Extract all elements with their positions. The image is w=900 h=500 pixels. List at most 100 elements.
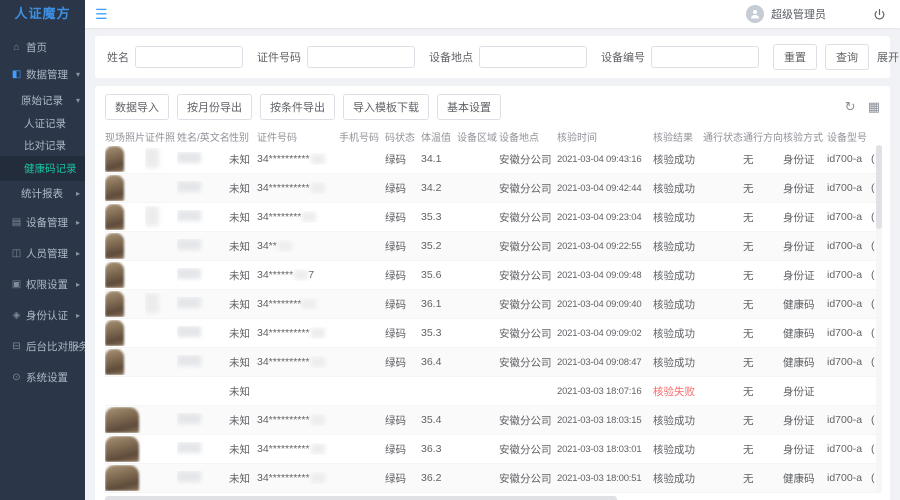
cell-location: 安徽分公司 <box>499 442 557 457</box>
cell-location: 安徽分公司 <box>499 471 557 486</box>
table-row[interactable]: 未知34**********绿码34.2安徽分公司2021-03-04 09:4… <box>105 174 880 203</box>
data-import-button[interactable]: 数据导入 <box>105 94 169 120</box>
hamburger-icon[interactable]: ☰ <box>95 6 108 23</box>
horizontal-scrollbar <box>105 496 880 500</box>
table-row[interactable]: 未知34********绿码36.1安徽分公司2021-03-04 09:09:… <box>105 290 880 319</box>
table-row[interactable]: 未知34**绿码35.2安徽分公司2021-03-04 09:22:55核验成功… <box>105 232 880 261</box>
table-row[interactable]: 未知34******7绿码35.6安徽分公司2021-03-04 09:09:4… <box>105 261 880 290</box>
id-number-input[interactable] <box>307 46 415 68</box>
filter-label-id-number: 证件号码 <box>257 49 301 65</box>
table-row[interactable]: 未知34**********绿码35.3安徽分公司2021-03-04 09:0… <box>105 319 880 348</box>
sidebar-item-label: 首页 <box>26 40 47 55</box>
cell-temp: 36.3 <box>421 443 457 455</box>
name-input[interactable] <box>135 46 243 68</box>
sidebar-item-设备管理[interactable]: ▤设备管理▸ <box>0 209 85 236</box>
export-by-condition-button[interactable]: 按条件导出 <box>260 94 335 120</box>
cell-result: 核验成功 <box>653 413 703 428</box>
scene-photo <box>105 262 124 288</box>
table-row[interactable]: 未知2021-03-03 18:07:16核验失败无身份证 <box>105 377 880 406</box>
sidebar-item-比对记录[interactable]: 比对记录 <box>0 134 85 156</box>
query-button[interactable]: 查询 <box>825 44 869 70</box>
cell-time: 2021-03-04 09:23:04 <box>557 212 653 223</box>
horizontal-scrollbar-thumb[interactable] <box>105 496 617 500</box>
sidebar-item-label: 比对记录 <box>24 138 66 153</box>
vertical-scrollbar[interactable] <box>876 145 882 493</box>
sidebar-item-label: 系统设置 <box>26 370 68 385</box>
logout-power-icon[interactable] <box>873 8 886 21</box>
cell-gender: 未知 <box>229 355 257 370</box>
sidebar-item-健康码记录[interactable]: 健康码记录 <box>0 156 85 181</box>
sidebar-item-首页[interactable]: ⌂首页 <box>0 34 85 61</box>
sidebar-item-人员管理[interactable]: ◫人员管理▸ <box>0 240 85 267</box>
username-label[interactable]: 超级管理员 <box>771 6 826 22</box>
device-location-input[interactable] <box>479 46 587 68</box>
sidebar-item-后台比对服务[interactable]: ⊟后台比对服务▸ <box>0 333 85 360</box>
avatar[interactable] <box>746 5 764 23</box>
basic-settings-button[interactable]: 基本设置 <box>437 94 501 120</box>
table-row[interactable]: 未知34**********绿码34.1安徽分公司2021-03-04 09:4… <box>105 145 880 174</box>
cell-temp: 36.1 <box>421 298 457 310</box>
template-download-button[interactable]: 导入模板下载 <box>343 94 429 120</box>
cell-time: 2021-03-04 09:09:02 <box>557 328 653 339</box>
scene-photo <box>105 320 124 346</box>
cell-code: 绿码 <box>385 326 421 341</box>
cell-id: 34******** <box>257 211 339 223</box>
device-number-input[interactable] <box>651 46 759 68</box>
table-row[interactable]: 未知34********绿码35.3安徽分公司2021-03-04 09:23:… <box>105 203 880 232</box>
cell-gender: 未知 <box>229 268 257 283</box>
cell-result: 核验成功 <box>653 297 703 312</box>
cell-code: 绿码 <box>385 181 421 196</box>
cell-code: 绿码 <box>385 297 421 312</box>
scene-photo <box>105 349 124 375</box>
sidebar-item-label: 人证记录 <box>24 116 66 131</box>
sidebar-item-label: 设备管理 <box>26 215 68 230</box>
cell-model: id700-a <box>827 182 871 194</box>
table-row[interactable]: 未知34**********绿码36.2安徽分公司2021-03-03 18:0… <box>105 464 880 493</box>
sidebar-item-身份认证[interactable]: ◈身份认证▸ <box>0 302 85 329</box>
column-settings-icon[interactable]: ▦ <box>868 99 880 115</box>
filter-field-device-number: 设备编号 <box>601 46 759 68</box>
sidebar-item-统计报表[interactable]: 统计报表▸ <box>0 181 85 205</box>
name-blur <box>177 471 201 482</box>
cell-model: id700-a <box>827 269 871 281</box>
sidebar-menu: ⌂首页◧数据管理▾原始记录▾ 人证记录比对记录健康码记录统计报表▸ ▤设备管理▸ ◫人… <box>0 28 85 391</box>
table-toolbar: 数据导入按月份导出按条件导出导入模板下载基本设置 ↻ ▦ <box>105 94 880 120</box>
topbar-right: 超级管理员 <box>746 5 900 23</box>
table-row[interactable]: 未知34**********绿码36.4安徽分公司2021-03-04 09:0… <box>105 348 880 377</box>
cell-model: id700-a <box>827 153 871 165</box>
cell-time: 2021-03-04 09:42:44 <box>557 183 653 194</box>
cell-temp: 34.2 <box>421 182 457 194</box>
cell-model: id700-a <box>827 414 871 426</box>
cell-id: 34********** <box>257 153 339 165</box>
cell-temp: 35.6 <box>421 269 457 281</box>
refresh-icon[interactable]: ↻ <box>845 99 856 115</box>
sidebar-item-系统设置[interactable]: ⊙系统设置 <box>0 364 85 391</box>
sidebar-item-数据管理[interactable]: ◧数据管理▾ <box>0 61 85 88</box>
sidebar-item-label: 人员管理 <box>26 246 68 261</box>
content: 姓名证件号码设备地点设备编号 重置 查询 展开 ▴ 数据导入按月份导出按条件导出… <box>85 28 900 500</box>
sidebar-item-原始记录[interactable]: 原始记录▾ <box>0 88 85 112</box>
cell-name <box>177 355 229 369</box>
filter-label-device-location: 设备地点 <box>429 49 473 65</box>
sidebar-item-权限设置[interactable]: ▣权限设置▸ <box>0 271 85 298</box>
cell-model: id700-a <box>827 472 871 484</box>
sidebar-item-label: 原始记录 <box>21 93 63 108</box>
table-row[interactable]: 未知34**********绿码35.4安徽分公司2021-03-03 18:0… <box>105 406 880 435</box>
expand-button[interactable]: 展开 ▴ <box>877 49 900 65</box>
cell-result: 核验成功 <box>653 442 703 457</box>
export-by-month-button[interactable]: 按月份导出 <box>177 94 252 120</box>
sidebar-item-人证记录[interactable]: 人证记录 <box>0 112 85 134</box>
cell-id: 34********** <box>257 414 339 426</box>
column-header-gender: 性别 <box>229 129 257 144</box>
filter-bar: 姓名证件号码设备地点设备编号 重置 查询 展开 ▴ <box>95 36 890 78</box>
cell-direction: 无 <box>743 413 783 428</box>
cell-time: 2021-03-04 09:08:47 <box>557 357 653 368</box>
id-number-blur <box>311 473 325 483</box>
id-number-blur <box>311 183 325 193</box>
cell-photo <box>105 262 145 288</box>
reset-button[interactable]: 重置 <box>773 44 817 70</box>
table-header-row: 现场照片证件照姓名/英文名性别证件号码手机号码码状态体温值设备区域设备地点核验时… <box>105 128 880 145</box>
cell-code: 绿码 <box>385 268 421 283</box>
table-row[interactable]: 未知34**********绿码36.3安徽分公司2021-03-03 18:0… <box>105 435 880 464</box>
cell-direction: 无 <box>743 326 783 341</box>
